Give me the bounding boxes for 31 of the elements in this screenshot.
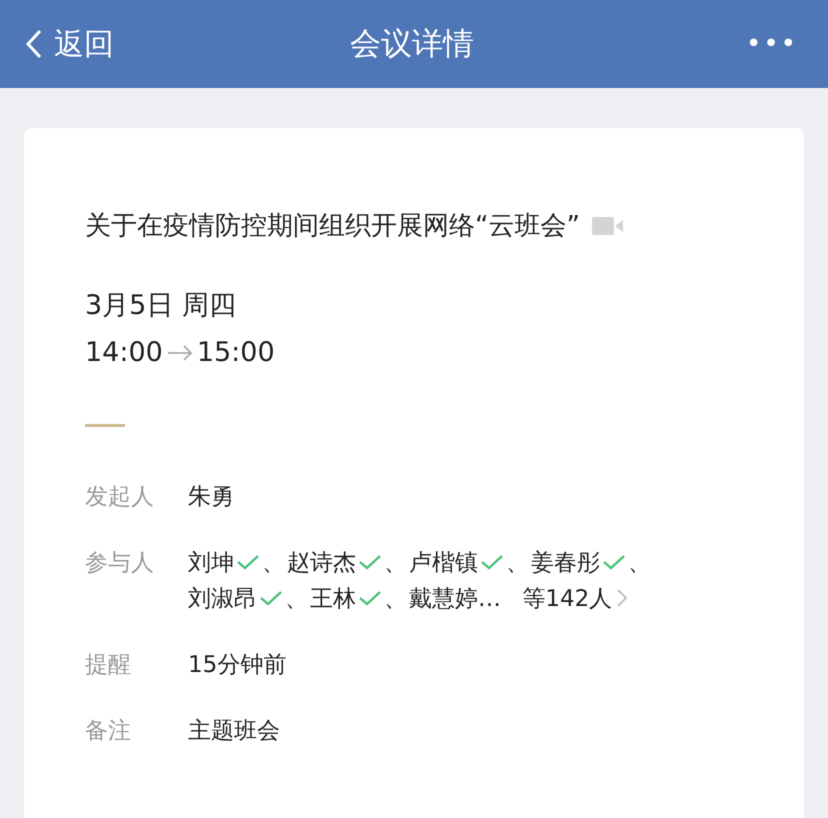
field-value: 朱勇: [188, 483, 234, 512]
separator: 、: [384, 550, 407, 576]
field-value: 15分钟前: [188, 651, 286, 680]
meeting-date: 3月5日 周四: [85, 289, 237, 323]
participant-name: 卢楷镇: [409, 550, 478, 576]
end-time: 15:00: [196, 337, 275, 368]
back-chevron-icon: [26, 29, 42, 59]
field-label: 提醒: [85, 651, 132, 680]
more-participants-link[interactable]: 等142人: [522, 581, 628, 617]
start-time: 14:00: [85, 337, 163, 368]
participant-name: 王林: [310, 586, 356, 612]
back-button[interactable]: 返回: [26, 24, 166, 64]
participant-name: 姜春彤: [531, 550, 600, 576]
arrow-icon: [166, 344, 193, 360]
separator: 、: [384, 586, 407, 612]
field-label: 备注: [85, 717, 132, 746]
separator: 、: [262, 550, 285, 576]
chevron-right-icon: [616, 588, 628, 608]
meeting-title: 关于在疫情防控期间组织开展网络“云班会”: [85, 210, 580, 243]
participant-name: 赵诗杰: [287, 550, 356, 576]
field-value: 主题班会: [188, 717, 280, 746]
separator: 、: [628, 550, 651, 576]
participant-name: 刘坤: [188, 550, 234, 576]
more-button[interactable]: •••: [658, 29, 798, 59]
participant-name: 戴慧婷…: [409, 586, 501, 612]
page-title: 会议详情: [350, 25, 474, 64]
field-label: 发起人: [85, 483, 155, 512]
separator: 、: [285, 586, 308, 612]
participant-name: 刘淑昂: [188, 586, 257, 612]
field-label: 参与人: [85, 549, 155, 578]
separator: 、: [506, 550, 529, 576]
